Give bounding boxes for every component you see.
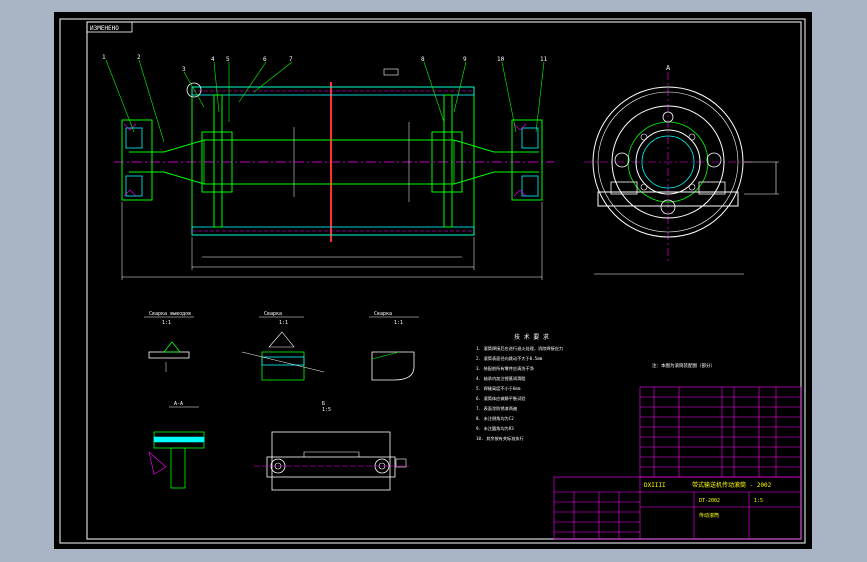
note-line: 7. 表面涂防锈漆两遍 (476, 405, 518, 412)
cad-viewport[interactable]: ИЗМЕНЕНО 1 2 3 4 5 6 7 8 9 10 11 A Сварк… (54, 12, 812, 549)
cad-drawing: ИЗМЕНЕНО 1 2 3 4 5 6 7 8 9 10 11 A Сварк… (59, 18, 806, 544)
detail-weld-2: Сварка 1:1 (241, 311, 325, 381)
note-line: 6. 滚筒体应做静平衡试验 (476, 395, 526, 402)
title-block-company: DXIIII (644, 482, 666, 489)
left-bearing-housing (121, 119, 153, 201)
shaft-bottom (129, 171, 539, 185)
note-line: 10. 其余按有关标准执行 (476, 435, 524, 442)
leader-4: 4 (211, 56, 215, 63)
note-line: 3. 装配前所有零件应清洗干净 (476, 365, 534, 372)
leader-7: 7 (289, 56, 293, 63)
detail-3-title: Сварка (374, 311, 392, 317)
right-end-disc (443, 94, 453, 228)
note-line: 8. 未注倒角均为C2 (476, 415, 514, 422)
detail-2-scale: 1:1 (279, 320, 288, 326)
leader-5: 5 (226, 56, 230, 63)
title-block-name: 传动滚筒 (699, 512, 719, 519)
leader-10: 10 (497, 56, 505, 63)
corner-tag-text: ИЗМЕНЕНО (90, 25, 119, 32)
note-line: 9. 未注圆角均为R3 (476, 425, 514, 432)
outer-frame (59, 18, 806, 544)
detail-1-scale: 1:1 (162, 320, 171, 326)
leader-8: 8 (421, 56, 425, 63)
title-block-drawing-no: DT-2002 (699, 498, 720, 504)
leader-6: 6 (263, 56, 267, 63)
weld-tag (383, 68, 399, 76)
left-end-disc (213, 94, 223, 228)
leader-2: 2 (137, 54, 141, 61)
parts-list (639, 386, 802, 478)
leader-11: 11 (540, 56, 548, 63)
detail-4-title: А-А (174, 401, 183, 407)
detail-5-scale: 1:5 (322, 407, 331, 413)
note-line: 4. 轴承内加注锂基润滑脂 (476, 375, 525, 382)
leader-3: 3 (182, 66, 186, 73)
shaft-top (129, 139, 539, 153)
detail-2-title: Сварка (264, 311, 282, 317)
main-drum-view: 1 2 3 4 5 6 7 8 9 10 11 (102, 54, 554, 280)
note-line: 5. 焊缝高度不小于6mm (476, 385, 521, 392)
right-bearing-housing (511, 119, 543, 201)
leader-9: 9 (463, 56, 467, 63)
detail-weld-1: Сварка выводов 1:1 (144, 311, 194, 372)
detail-weld-3: Сварка 1:1 (369, 311, 419, 381)
note-line: 1. 滚筒焊接后应进行退火处理，消除焊接应力 (476, 345, 563, 352)
side-view-label: A (666, 64, 671, 72)
note-right: 注：本图为滚筒装配图（部分） (652, 362, 715, 369)
note-line: 2. 滚筒表面径向跳动不大于0.5mm (476, 355, 543, 362)
leader-1: 1 (102, 54, 106, 61)
side-view: A (584, 64, 779, 275)
title-block-scale: 1:5 (754, 498, 763, 504)
detail-5: Б 1:5 (254, 401, 409, 491)
title-block-title: 带式输送机传动滚筒 - 2002 (692, 481, 772, 489)
detail-3-scale: 1:1 (394, 320, 403, 326)
notes-title: 技 术 要 求 (514, 333, 549, 341)
detail-4: А-А (148, 401, 205, 489)
detail-1-title: Сварка выводов (149, 311, 191, 317)
